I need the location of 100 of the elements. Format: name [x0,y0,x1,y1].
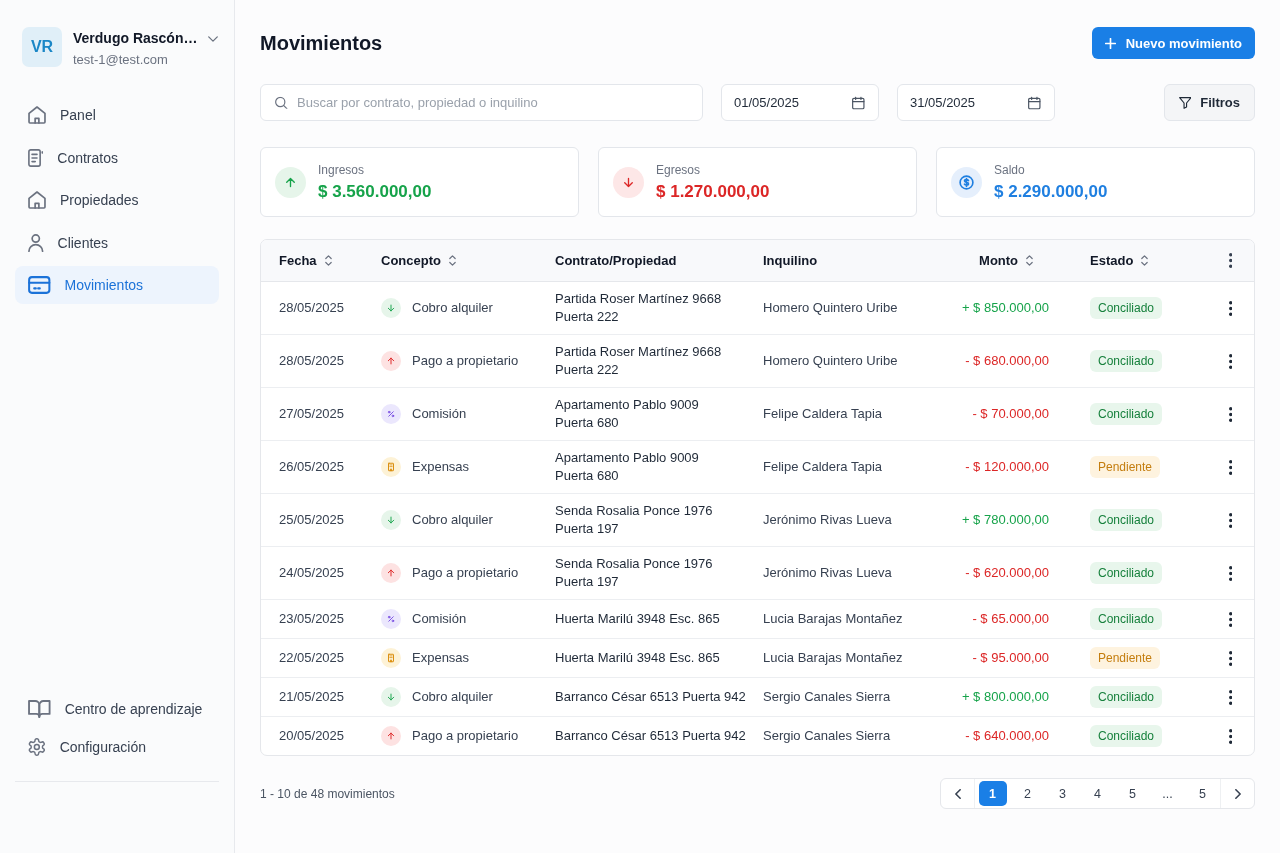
column-header: Contrato/Propiedad [555,251,677,270]
property-address: Huerta Marilú 3948 Esc. 865 [555,610,720,628]
new-movement-button[interactable]: Nuevo movimiento [1091,27,1255,59]
tenant-name: Lucia Barajas Montañez [763,649,903,667]
status-badge: Pendiente [1090,456,1161,478]
page-button[interactable]: 2 [1013,781,1042,806]
nav-item[interactable]: Contratos [15,138,219,177]
kebab-icon[interactable] [1228,353,1232,369]
status-badge: Conciliado [1090,608,1163,630]
plus-icon [1104,37,1116,49]
nav-item[interactable]: Configuración [15,730,219,764]
kebab-icon[interactable] [1228,253,1232,268]
property-address: Barranco César 6513 Puerta 942 [555,688,746,706]
date-text: 24/05/2025 [279,564,345,582]
kebab-icon[interactable] [1228,689,1232,705]
arrow-down-icon [381,687,401,707]
kebab-icon[interactable] [1228,611,1232,627]
date-text: 27/05/2025 [279,405,345,423]
chevron-right-icon [1234,788,1241,799]
tenant-name: Jerónimo Rivas Lueva [763,511,892,529]
amount-value: + $ 780.000,00 [961,511,1049,529]
date-text: 25/05/2025 [279,511,345,529]
date-text: 21/05/2025 [279,688,345,706]
amount-value: - $ 95.000,00 [972,649,1049,667]
search-field[interactable]: Buscar por contrato, propiedad o inquilino [260,84,703,121]
status-badge: Conciliado [1090,350,1163,372]
property-address: Partida Roser Martínez 9668 Puerta 222 [555,290,722,326]
concept-label: Cobro alquiler [412,688,493,706]
amount-value: + $ 850.000,00 [961,299,1049,317]
house-icon [28,191,46,209]
kebab-icon[interactable] [1228,728,1232,744]
amount-value: - $ 620.000,00 [965,564,1049,582]
kebab-icon[interactable] [1228,406,1232,422]
page-button[interactable]: 1 [978,781,1007,806]
amount-value: - $ 70.000,00 [972,405,1049,423]
status-badge: Conciliado [1090,686,1163,708]
user-email: test-1@test.com [73,52,169,67]
date-text: 23/05/2025 [279,610,345,628]
filters-button[interactable]: Filtros [1163,84,1255,121]
calendar-icon[interactable] [852,96,865,109]
arrow-down-icon [381,510,401,530]
concept-label: Comisión [412,610,467,628]
column-header[interactable]: Concepto [381,251,456,270]
chevron-left-icon [954,788,961,799]
page-button[interactable]: 5 [1188,781,1217,806]
property-address: Barranco César 6513 Puerta 942 [555,727,746,745]
pagination-summary: 1 - 10 de 48 movimientos [260,786,395,801]
date-field[interactable]: 31/05/2025 [897,84,1055,121]
nav-item[interactable]: Propiedades [15,181,219,219]
concept-label: Pago a propietario [412,727,519,745]
property-address: Senda Rosalia Ponce 1976 Puerta 197 [555,555,713,591]
property-address: Senda Rosalia Ponce 1976 Puerta 197 [555,502,713,538]
amount-value: - $ 65.000,00 [972,610,1049,628]
column-header[interactable]: Estado [1090,251,1149,270]
amount-value: - $ 680.000,00 [965,352,1049,370]
kebab-icon[interactable] [1228,650,1232,666]
concept-label: Cobro alquiler [412,299,493,317]
page-button[interactable]: 4 [1083,781,1112,806]
percent-icon [381,404,401,424]
kebab-icon[interactable] [1228,512,1232,528]
nav-item[interactable]: Centro de aprendizaje [15,692,219,726]
status-badge: Conciliado [1090,297,1163,319]
kebab-icon[interactable] [1228,459,1232,475]
concept-label: Pago a propietario [412,564,519,582]
summary-label: Ingresos [318,162,366,177]
sort-icon [1141,255,1149,266]
page-button[interactable]: 5 [1118,781,1147,806]
column-header[interactable]: Fecha [279,251,332,270]
nav-item[interactable]: Panel [15,96,219,134]
amount-value: - $ 120.000,00 [965,458,1049,476]
status-badge: Conciliado [1090,725,1163,747]
settings-icon [28,738,46,756]
person-icon [28,233,44,252]
concept-label: Pago a propietario [412,352,519,370]
kebab-icon[interactable] [1228,300,1232,316]
chevron-down-icon[interactable] [208,36,219,42]
date-field[interactable]: 01/05/2025 [721,84,879,121]
page-button[interactable]: 3 [1048,781,1077,806]
concept-label: Cobro alquiler [412,511,493,529]
page-button[interactable]: ... [1153,781,1182,806]
summary-label: Egresos [656,162,702,177]
date-text: 28/05/2025 [279,352,345,370]
tenant-name: Jerónimo Rivas Lueva [763,564,892,582]
nav-item[interactable]: Movimientos [15,266,219,304]
book-icon [28,700,51,718]
building-icon [381,457,401,477]
building-icon [381,648,401,668]
calendar-icon[interactable] [1028,96,1041,109]
concept-label: Comisión [412,405,467,423]
column-header[interactable]: Monto [979,251,1033,270]
date-text: 22/05/2025 [279,649,345,667]
date-text: 20/05/2025 [279,727,345,745]
date-text: 28/05/2025 [279,299,345,317]
summary-value: $ 2.290.000,00 [994,181,1108,202]
funnel-icon [1178,96,1192,109]
tenant-name: Felipe Caldera Tapia [763,405,882,423]
arrow-up-icon [381,726,401,746]
kebab-icon[interactable] [1228,565,1232,581]
nav-item[interactable]: Clientes [15,223,219,262]
property-address: Huerta Marilú 3948 Esc. 865 [555,649,720,667]
